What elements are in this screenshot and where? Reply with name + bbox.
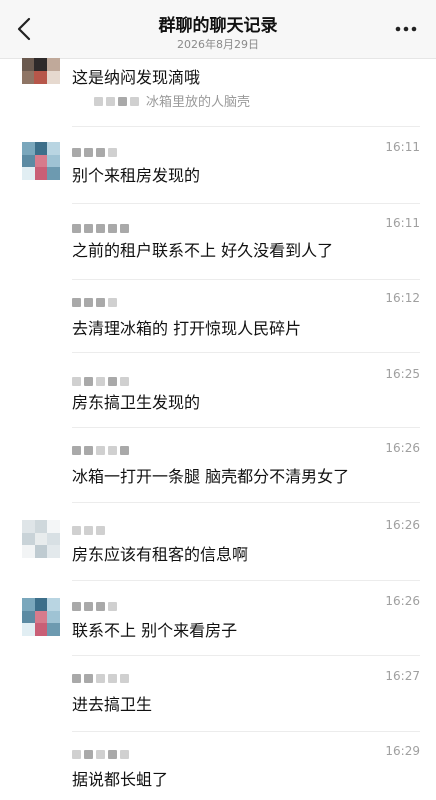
message-time: 16:26 xyxy=(385,441,420,455)
message-time: 16:11 xyxy=(385,216,420,230)
message-time: 16:26 xyxy=(385,594,420,608)
message-time: 16:12 xyxy=(385,291,420,305)
more-dots-icon[interactable] xyxy=(394,17,418,41)
list-item[interactable]: 16:27 进去搞卫生 xyxy=(0,664,436,738)
list-item[interactable]: 16:11 之前的租户联系不上 好久没看到人了 xyxy=(0,212,436,286)
divider xyxy=(72,655,420,656)
sender-name xyxy=(72,444,129,456)
list-item[interactable]: 16:26 房东应该有租客的信息啊 xyxy=(0,514,436,588)
divider xyxy=(72,731,420,732)
message-text: 冰箱一打开一条腿 脑壳都分不清男女了 xyxy=(72,467,350,486)
avatar xyxy=(22,58,60,84)
list-item[interactable]: 这是纳闷发现滴哦 冰箱里放的人脑壳 xyxy=(0,58,436,130)
message-text: 这是纳闷发现滴哦 xyxy=(72,68,201,87)
avatar xyxy=(22,142,60,180)
sender-name xyxy=(72,748,129,760)
message-text: 去清理冰箱的 打开惊现人民碎片 xyxy=(72,319,302,338)
message-time: 16:27 xyxy=(385,669,420,683)
divider xyxy=(72,427,420,428)
list-item[interactable]: 16:26 冰箱一打开一条腿 脑壳都分不清男女了 xyxy=(0,436,436,510)
avatar xyxy=(22,520,60,558)
quote-sender xyxy=(94,95,139,107)
sender-name xyxy=(72,524,105,536)
chat-header: 群聊的聊天记录 2026年8月29日 xyxy=(0,0,436,59)
sender-name xyxy=(72,222,129,234)
message-text: 进去搞卫生 xyxy=(72,695,153,714)
list-item[interactable]: 16:26 联系不上 别个来看房子 xyxy=(0,590,436,664)
list-item[interactable]: 16:29 据说都长蛆了 xyxy=(0,738,436,800)
divider xyxy=(72,279,420,280)
message-text: 房东应该有租客的信息啊 xyxy=(72,545,249,564)
page-title: 群聊的聊天记录 xyxy=(158,16,278,36)
message-text: 房东搞卫生发现的 xyxy=(72,393,201,412)
avatar xyxy=(22,598,60,636)
message-time: 16:29 xyxy=(385,744,420,758)
divider xyxy=(72,203,420,204)
message-time: 16:25 xyxy=(385,367,420,381)
message-time: 16:26 xyxy=(385,518,420,532)
list-item[interactable]: 16:11 别个来租房发现的 xyxy=(0,138,436,212)
divider xyxy=(72,352,420,353)
sender-name xyxy=(72,375,129,387)
message-text: 联系不上 别个来看房子 xyxy=(72,621,238,640)
chat-date: 2026年8月29日 xyxy=(177,38,259,51)
message-text: 之前的租户联系不上 好久没看到人了 xyxy=(72,241,334,260)
quoted-message: 冰箱里放的人脑壳 xyxy=(146,95,251,110)
divider xyxy=(72,126,420,127)
message-text: 别个来租房发现的 xyxy=(72,166,201,185)
sender-name xyxy=(72,600,117,612)
divider xyxy=(72,502,420,503)
list-item[interactable]: 16:12 去清理冰箱的 打开惊现人民碎片 xyxy=(0,288,436,362)
message-time: 16:11 xyxy=(385,140,420,154)
list-item[interactable]: 16:25 房东搞卫生发现的 xyxy=(0,362,436,436)
sender-name xyxy=(72,296,117,308)
message-text: 据说都长蛆了 xyxy=(72,770,169,789)
sender-name xyxy=(72,672,129,684)
divider xyxy=(72,580,420,581)
sender-name xyxy=(72,146,117,158)
